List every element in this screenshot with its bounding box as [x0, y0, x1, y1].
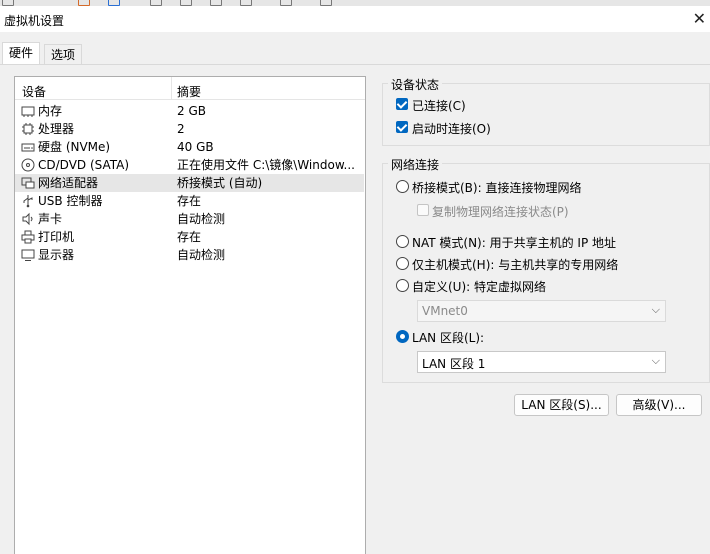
advanced-button[interactable]: 高级(V)...: [616, 394, 702, 416]
device-row-display[interactable]: 显示器 自动检测: [15, 246, 364, 264]
device-summary: 2: [177, 122, 185, 136]
custom-radio[interactable]: [396, 279, 409, 292]
connected-checkbox[interactable]: [396, 98, 408, 110]
device-name: 显示器: [38, 248, 75, 262]
device-summary: 存在: [177, 194, 202, 208]
lan-segment-select[interactable]: LAN 区段 1 ⌵: [417, 351, 666, 373]
tab-hardware[interactable]: 硬件: [2, 42, 41, 65]
memory-icon: [21, 104, 35, 118]
display-icon: [21, 248, 35, 262]
device-row-cd-dvd[interactable]: CD/DVD (SATA) 正在使用文件 C:\镜像\Window...: [15, 156, 364, 174]
bridged-label[interactable]: 桥接模式(B): 直接连接物理网络: [412, 179, 581, 196]
chevron-down-icon: ⌵: [651, 354, 660, 367]
device-row-printer[interactable]: 打印机 存在: [15, 228, 364, 246]
bridged-radio[interactable]: [396, 180, 409, 193]
device-summary: 存在: [177, 230, 202, 244]
device-name: CD/DVD (SATA): [38, 158, 130, 172]
lan-segment-radio[interactable]: [396, 330, 409, 343]
printer-icon: [21, 230, 35, 244]
device-row-network-adapter[interactable]: 网络适配器 桥接模式 (自动): [15, 174, 364, 192]
device-list-header: 设备 摘要: [15, 77, 365, 100]
device-summary: 自动检测: [177, 212, 226, 226]
device-name: USB 控制器: [38, 194, 103, 208]
device-summary: 40 GB: [177, 140, 214, 154]
custom-network-select[interactable]: VMnet0 ⌵: [417, 300, 666, 322]
network-connection-title: 网络连接: [388, 156, 443, 173]
connect-at-power-on-label[interactable]: 启动时连接(O): [412, 120, 491, 137]
lan-segment-label[interactable]: LAN 区段(L):: [412, 329, 484, 346]
device-status-title: 设备状态: [388, 76, 443, 93]
custom-network-value: VMnet0: [422, 304, 468, 318]
processor-icon: [21, 122, 35, 136]
device-row-memory[interactable]: 内存 2 GB: [15, 102, 364, 120]
replicate-state-label[interactable]: 复制物理网络连接状态(P): [432, 203, 569, 220]
sound-card-icon: [21, 212, 35, 226]
device-row-usb-controller[interactable]: USB 控制器 存在: [15, 192, 364, 210]
network-adapter-icon: [21, 176, 35, 190]
close-icon[interactable]: ✕: [693, 9, 706, 28]
lan-segment-value: LAN 区段 1: [422, 357, 486, 371]
replicate-state-checkbox[interactable]: [417, 204, 429, 216]
device-row-sound-card[interactable]: 声卡 自动检测: [15, 210, 364, 228]
column-header-summary[interactable]: 摘要: [177, 83, 201, 100]
device-row-processor[interactable]: 处理器 2: [15, 120, 364, 138]
device-name: 处理器: [38, 122, 75, 136]
custom-label[interactable]: 自定义(U): 特定虚拟网络: [412, 278, 546, 295]
nat-radio[interactable]: [396, 235, 409, 248]
tab-options[interactable]: 选项: [44, 44, 83, 64]
device-summary: 正在使用文件 C:\镜像\Window...: [177, 158, 355, 172]
connect-at-power-on-checkbox[interactable]: [396, 121, 408, 133]
lan-segments-button[interactable]: LAN 区段(S)...: [514, 394, 609, 416]
harddisk-icon: [21, 140, 35, 154]
device-name: 声卡: [38, 212, 63, 226]
network-connection-group: 网络连接 桥接模式(B): 直接连接物理网络 复制物理网络连接状态(P) NAT…: [382, 156, 710, 383]
usb-icon: [21, 194, 35, 208]
host-only-label[interactable]: 仅主机模式(H): 与主机共享的专用网络: [412, 256, 618, 273]
device-status-group: 设备状态 已连接(C) 启动时连接(O): [382, 76, 710, 146]
device-name: 网络适配器: [38, 176, 99, 190]
title-bar: 虚拟机设置 ✕: [0, 6, 710, 32]
device-name: 打印机: [38, 230, 75, 244]
column-header-device[interactable]: 设备: [22, 83, 46, 100]
device-name: 硬盘 (NVMe): [38, 140, 111, 154]
device-summary: 2 GB: [177, 104, 206, 118]
device-row-harddisk[interactable]: 硬盘 (NVMe) 40 GB: [15, 138, 364, 156]
host-only-radio[interactable]: [396, 257, 409, 270]
nat-label[interactable]: NAT 模式(N): 用于共享主机的 IP 地址: [412, 234, 616, 251]
cd-dvd-icon: [21, 158, 35, 172]
device-name: 内存: [38, 104, 63, 118]
device-summary: 桥接模式 (自动): [177, 176, 263, 190]
device-summary: 自动检测: [177, 248, 226, 262]
window-title: 虚拟机设置: [4, 14, 65, 28]
tab-bar: 硬件 选项: [0, 42, 710, 65]
connected-label[interactable]: 已连接(C): [412, 97, 466, 114]
chevron-down-icon: ⌵: [651, 303, 660, 316]
device-list[interactable]: 设备 摘要 内存 2 GB 处理器 2 硬盘 (NVMe) 40 GB CD/D…: [14, 76, 366, 554]
